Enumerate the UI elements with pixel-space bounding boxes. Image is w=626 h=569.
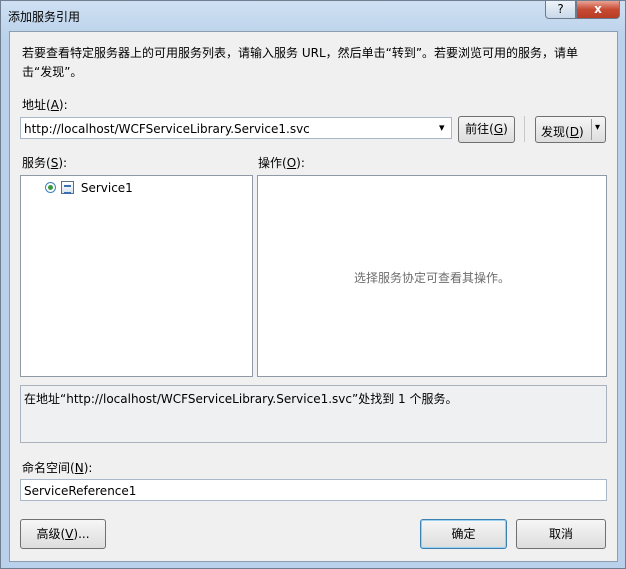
services-accesskey: S [50, 156, 59, 170]
address-combobox[interactable]: http://localhost/WCFServiceLibrary.Servi… [20, 117, 452, 139]
address-accesskey: A [50, 98, 59, 112]
cancel-button[interactable]: 取消 [516, 519, 606, 549]
dialog-body: 若要查看特定服务器上的可用服务列表，请输入服务 URL，然后单击“转到”。若要浏… [9, 31, 618, 562]
discover-button[interactable]: 发现(D) [541, 123, 584, 140]
namespace-label: 命名空间(N): [22, 461, 93, 475]
dialog-title: 添加服务引用 [8, 10, 81, 24]
operations-list[interactable]: 选择服务协定可查看其操作。 [257, 175, 607, 377]
split-divider [591, 119, 592, 140]
services-label: 服务(S): [22, 156, 68, 170]
toolbar-separator [524, 116, 525, 142]
service-icon [61, 181, 74, 194]
add-service-reference-dialog: 添加服务引用 ? x 若要查看特定服务器上的可用服务列表，请输入服务 URL，然… [0, 0, 626, 569]
tree-item-service1[interactable]: Service1 [45, 180, 133, 195]
discover-split-button[interactable]: 发现(D) ▾ [535, 116, 606, 143]
close-button[interactable]: x [576, 1, 620, 19]
advanced-button-accesskey: V [65, 527, 74, 541]
namespace-accesskey: N [74, 461, 84, 475]
discover-button-accesskey: D [569, 125, 579, 139]
namespace-label-text: 命名空间 [22, 461, 71, 475]
ok-button[interactable]: 确定 [420, 519, 507, 549]
expand-radio-icon[interactable] [45, 182, 56, 193]
go-button-label: 前往 [465, 122, 490, 136]
title-bar[interactable]: 添加服务引用 ? x [1, 1, 625, 29]
advanced-button-ellipsis: ... [78, 527, 90, 541]
status-panel: 在地址“http://localhost/WCFServiceLibrary.S… [20, 385, 607, 443]
go-button[interactable]: 前往(G) [458, 116, 515, 143]
discover-dropdown-icon[interactable]: ▾ [595, 122, 600, 133]
instructions-text: 若要查看特定服务器上的可用服务列表，请输入服务 URL，然后单击“转到”。若要浏… [22, 46, 579, 79]
address-label-text: 地址 [22, 98, 47, 112]
address-input[interactable]: http://localhost/WCFServiceLibrary.Servi… [24, 122, 310, 136]
advanced-button-label: 高级 [36, 527, 61, 541]
address-label: 地址(A): [22, 98, 68, 112]
status-text: 在地址“http://localhost/WCFServiceLibrary.S… [24, 392, 458, 406]
advanced-button[interactable]: 高级(V)... [20, 519, 106, 549]
service-name: Service1 [80, 180, 133, 195]
operations-placeholder: 选择服务协定可查看其操作。 [353, 271, 510, 285]
help-button[interactable]: ? [545, 1, 576, 19]
namespace-field[interactable]: ServiceReference1 [20, 479, 607, 501]
operations-accesskey: O [286, 156, 297, 170]
operations-label: 操作(O): [258, 156, 305, 170]
services-label-text: 服务 [22, 156, 47, 170]
services-tree[interactable]: Service1 [20, 175, 253, 377]
go-button-accesskey: G [493, 122, 504, 136]
address-dropdown-icon[interactable]: ▾ [439, 121, 445, 134]
discover-button-label: 发现 [541, 125, 566, 139]
operations-label-text: 操作 [258, 156, 283, 170]
namespace-input[interactable]: ServiceReference1 [24, 484, 136, 498]
